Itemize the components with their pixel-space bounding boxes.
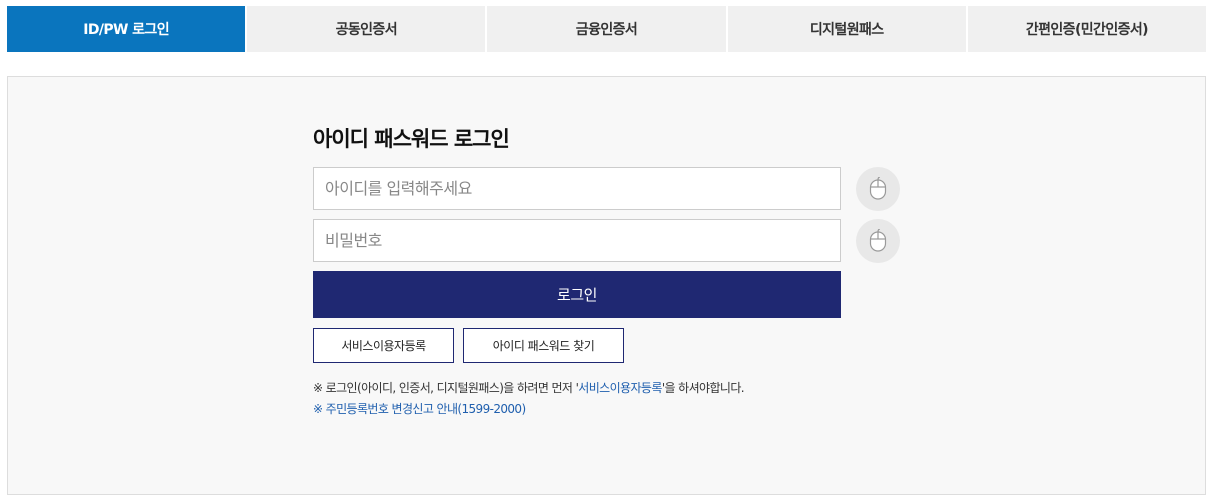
login-title: 아이디 패스워드 로그인 (313, 127, 510, 151)
tab-financial-certificate[interactable]: 금융인증서 (487, 6, 726, 52)
tab-digital-onepass[interactable]: 디지털원패스 (727, 6, 966, 52)
notice-suffix: '을 하셔야합니다. (661, 381, 745, 395)
login-notice: ※ 로그인(아이디, 인증서, 디지털원패스)을 하려면 먼저 '서비스이용자등… (313, 377, 913, 399)
password-input[interactable] (313, 219, 841, 262)
register-button[interactable]: 서비스이용자등록 (313, 328, 454, 363)
login-method-tabs: ID/PW 로그인 공동인증서 금융인증서 디지털원패스 간편인증(민간인증서) (7, 6, 1207, 52)
id-input[interactable] (313, 167, 841, 210)
login-form: 아이디 패스워드 로그인 아이디를 입력해주세요 로그인 서비스이용자등록 아이… (313, 125, 913, 419)
pw-virtual-keyboard-button[interactable] (856, 219, 900, 263)
mouse-icon (869, 229, 887, 252)
rrn-change-link[interactable]: ※ 주민등록번호 변경신고 안내(1599-2000) (313, 399, 913, 419)
notice-register-link[interactable]: 서비스이용자등록 (578, 381, 662, 395)
notice-prefix: ※ 로그인(아이디, 인증서, 디지털원패스)을 하려면 먼저 ' (313, 381, 579, 395)
id-virtual-keyboard-button[interactable] (856, 167, 900, 211)
login-panel: 아이디 패스워드 로그인 아이디를 입력해주세요 로그인 서비스이용자등록 아이… (7, 76, 1206, 495)
tab-joint-certificate[interactable]: 공동인증서 (247, 6, 486, 52)
sub-buttons: 서비스이용자등록 아이디 패스워드 찾기 (313, 328, 913, 363)
tab-simple-auth[interactable]: 간편인증(민간인증서) (967, 6, 1207, 52)
login-button[interactable]: 로그인 (313, 271, 841, 318)
id-row (313, 167, 913, 211)
find-id-password-button[interactable]: 아이디 패스워드 찾기 (463, 328, 624, 363)
pw-row (313, 219, 913, 263)
mouse-icon (869, 177, 887, 200)
tab-id-pw-login[interactable]: ID/PW 로그인 (7, 6, 246, 52)
